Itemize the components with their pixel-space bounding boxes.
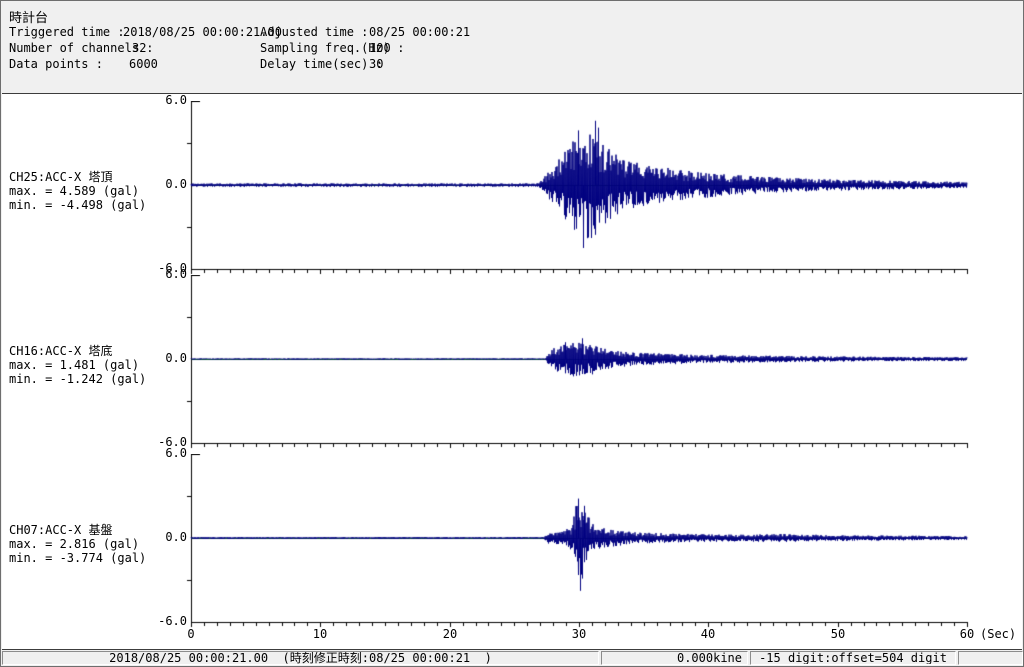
channel-label: CH16:ACC-X 塔底 — [9, 344, 113, 358]
status-timestamp: 2018/08/25 00:00:21.00 (時刻修正時刻:08/25 00:… — [2, 651, 599, 665]
waveform-canvas — [185, 101, 971, 279]
channel-label: CH07:ACC-X 基盤 — [9, 523, 113, 537]
delay-time-label: Delay time(sec) : — [260, 57, 383, 71]
adjusted-time-value: 08/25 00:00:21 — [369, 25, 471, 39]
y-tick-label-top: 6.0 — [165, 267, 187, 281]
y-tick-label-top: 6.0 — [165, 93, 187, 107]
app-window: 時計台 Triggered time : 2018/08/25 00:00:21… — [0, 0, 1024, 667]
x-axis-tick-label: 50 — [830, 627, 846, 641]
data-points-label: Data points : — [9, 57, 103, 71]
x-axis-tick-label: 20 — [442, 627, 458, 641]
adjusted-time-label: Adjusted time : — [260, 25, 369, 39]
triggered-time-value: 2018/08/25 00:00:21.00 — [123, 25, 282, 39]
sec-unit-label: (Sec) — [980, 627, 1017, 641]
y-tick-label-zero: 0.0 — [165, 530, 187, 544]
waveform-canvas — [185, 454, 971, 632]
min-value-label: min. = -3.774 (gal) — [9, 551, 147, 565]
max-value-label: max. = 4.589 (gal) — [9, 184, 140, 198]
num-channels-value: 32 — [132, 41, 147, 55]
delay-time-value: 30 — [369, 57, 384, 71]
waveform-canvas — [185, 275, 971, 453]
status-bar: 2018/08/25 00:00:21.00 (時刻修正時刻:08/25 00:… — [1, 650, 1023, 666]
status-kine: 0.000kine — [601, 651, 748, 665]
y-tick-label-zero: 0.0 — [165, 351, 187, 365]
sampling-freq-value: 100 — [369, 41, 391, 55]
chart-ch16: CH16:ACC-X 塔底 max. = 1.481 (gal) min. = … — [1, 268, 1023, 453]
x-axis-tick-label: 40 — [700, 627, 716, 641]
min-value-label: min. = -1.242 (gal) — [9, 372, 147, 386]
x-axis-tick-label: 0 — [187, 627, 195, 641]
y-tick-label-top: 6.0 — [165, 446, 187, 460]
chart-ch07: CH07:ACC-X 基盤 max. = 2.816 (gal) min. = … — [1, 447, 1023, 641]
data-points-value: 6000 — [129, 57, 158, 71]
triggered-time-label: Triggered time : — [9, 25, 125, 39]
app-title: 時計台 — [9, 11, 49, 26]
status-digit: -15 digit:offset=504 digit — [750, 651, 956, 665]
x-axis-tick-label: 30 — [571, 627, 587, 641]
channel-label: CH25:ACC-X 塔頂 — [9, 170, 113, 184]
max-value-label: max. = 2.816 (gal) — [9, 537, 140, 551]
x-axis-tick-label: 10 — [312, 627, 328, 641]
y-tick-label-zero: 0.0 — [165, 177, 187, 191]
chart-ch25: CH25:ACC-X 塔頂 max. = 4.589 (gal) min. = … — [1, 94, 1023, 279]
min-value-label: min. = -4.498 (gal) — [9, 198, 147, 212]
max-value-label: max. = 1.481 (gal) — [9, 358, 140, 372]
status-empty — [958, 651, 1023, 665]
y-tick-label-bottom: -6.0 — [158, 614, 187, 628]
